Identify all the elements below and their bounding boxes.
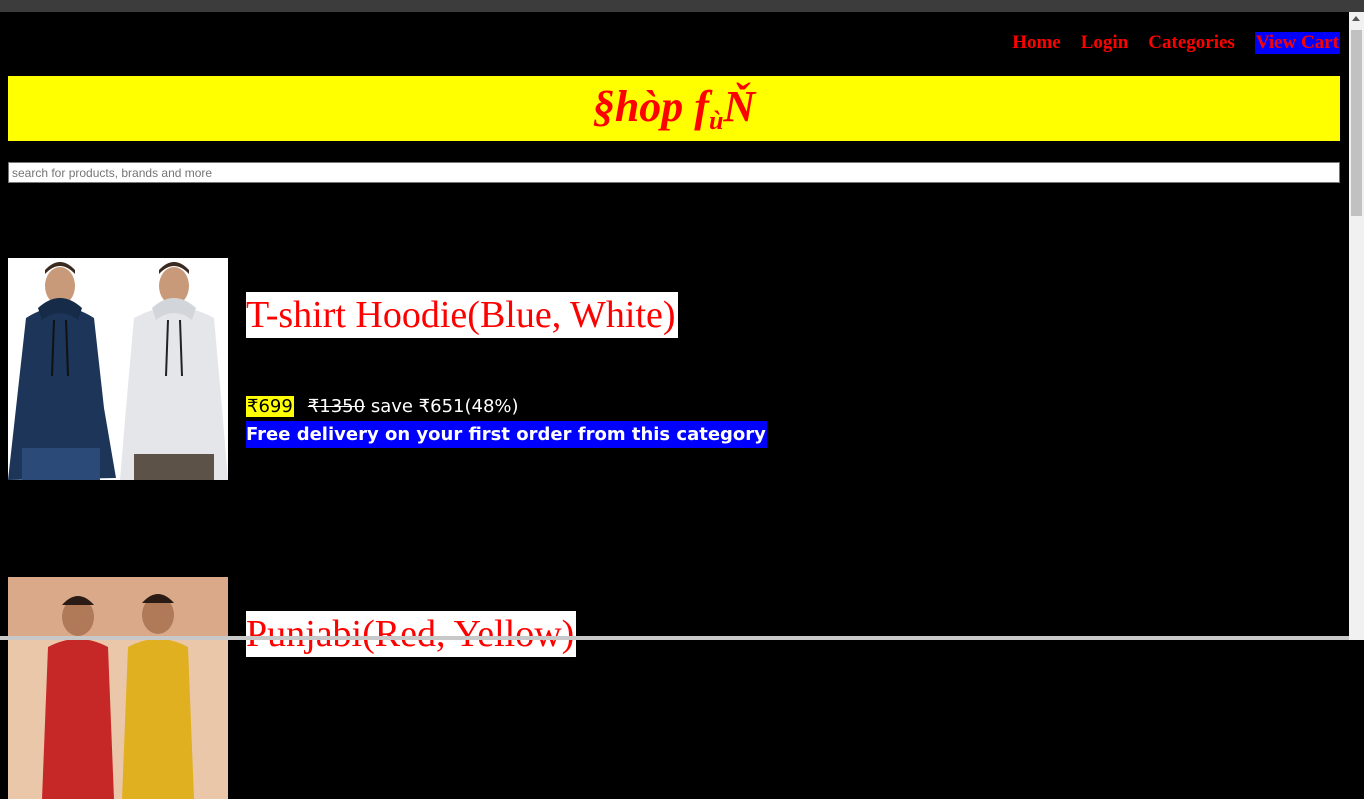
nav-login-link[interactable]: Login <box>1081 32 1129 54</box>
site-banner: §hòp fùŇ <box>8 76 1340 141</box>
vertical-scrollbar[interactable] <box>1349 12 1364 640</box>
site-title-end: Ň <box>723 82 756 131</box>
site-title: §hòp fùŇ <box>592 82 756 135</box>
nav-home-link[interactable]: Home <box>1012 32 1061 54</box>
browser-chrome-strip <box>0 0 1364 12</box>
product-price: ₹699 <box>246 396 294 417</box>
site-title-main: §hòp f <box>592 82 709 131</box>
punjabi-image[interactable] <box>8 577 228 799</box>
delivery-offer: Free delivery on your first order from t… <box>246 421 767 448</box>
horizontal-scrollbar[interactable] <box>0 636 1349 640</box>
search-input[interactable] <box>8 162 1340 183</box>
product-name[interactable]: Punjabi(Red, Yellow) <box>246 611 577 657</box>
site-title-sub: ù <box>708 106 724 135</box>
product-savings: save ₹651(48%) <box>370 396 519 417</box>
scroll-thumb[interactable] <box>1351 30 1362 216</box>
product-name[interactable]: T-shirt Hoodie(Blue, White) <box>246 292 678 338</box>
nav-categories-link[interactable]: Categories <box>1148 32 1235 54</box>
hoodie-image[interactable] <box>8 258 228 480</box>
product-mrp: ₹1350 <box>307 396 366 417</box>
scroll-up-icon[interactable] <box>1352 16 1360 21</box>
nav-view-cart-link[interactable]: View Cart <box>1254 32 1340 54</box>
price-row: ₹699 ₹1350 save ₹651(48%) <box>246 394 519 420</box>
top-nav: Home Login Categories View Cart <box>1012 32 1340 54</box>
